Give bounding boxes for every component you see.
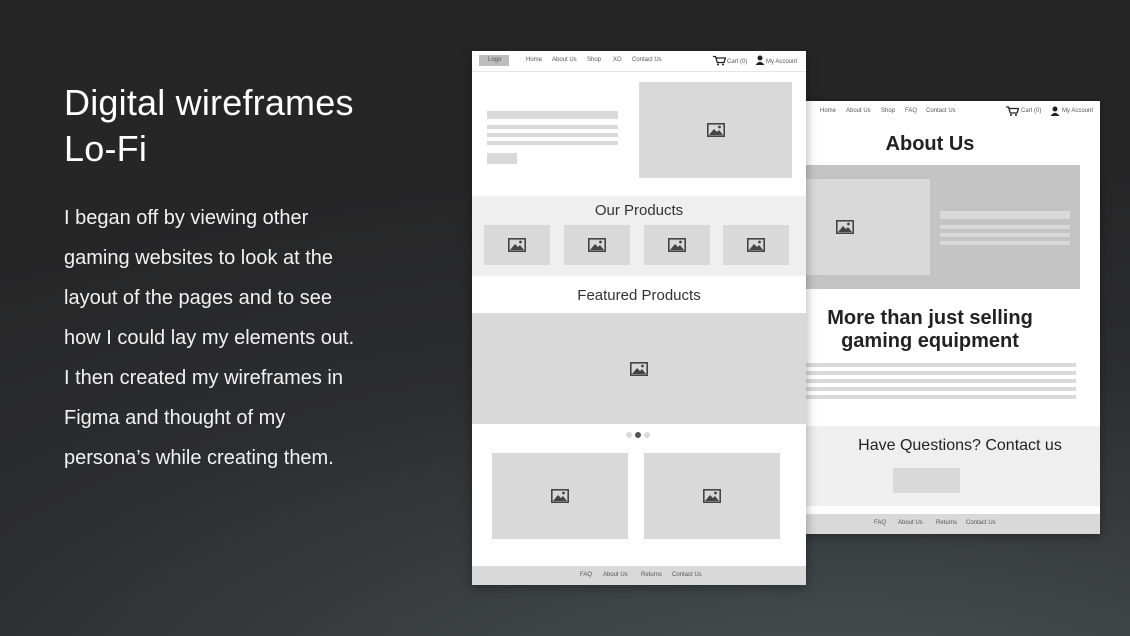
text-line xyxy=(940,211,1070,219)
image-placeholder-icon xyxy=(508,238,526,252)
slide-title: Digital wireframes Lo-Fi xyxy=(64,80,404,172)
image-placeholder-icon xyxy=(707,123,725,137)
nav-home[interactable]: Home xyxy=(526,57,542,63)
footer-returns[interactable]: Returns xyxy=(936,520,957,526)
image-placeholder-icon xyxy=(836,220,854,234)
footer-about-us[interactable]: About Us xyxy=(898,520,923,526)
image-placeholder-icon xyxy=(747,238,765,252)
about-us-heading: About Us xyxy=(885,133,975,155)
hero-button[interactable] xyxy=(487,153,517,164)
about-tagline: More than just selling gaming equipment xyxy=(760,307,1100,353)
contact-button[interactable] xyxy=(893,468,960,493)
feature-tile[interactable] xyxy=(492,453,628,539)
footer-returns[interactable]: Returns xyxy=(641,572,662,578)
nav-shop[interactable]: Shop xyxy=(881,108,895,114)
image-placeholder-icon xyxy=(551,489,569,503)
nav-divider xyxy=(472,71,806,72)
footer-faq[interactable]: FAQ xyxy=(580,572,592,578)
product-card[interactable] xyxy=(644,225,710,265)
product-card[interactable] xyxy=(723,225,789,265)
body-line: how I could lay my elements out. xyxy=(64,327,355,349)
tagline-line-1: More than just selling xyxy=(827,307,1033,329)
user-icon[interactable] xyxy=(1050,106,1060,116)
carousel-dots xyxy=(624,431,654,439)
nav-contact-us[interactable]: Contact Us xyxy=(632,57,662,63)
product-card[interactable] xyxy=(484,225,550,265)
our-products-heading: Our Products xyxy=(594,202,684,219)
nav-my-account[interactable]: My Account xyxy=(766,59,797,65)
nav-contact-us[interactable]: Contact Us xyxy=(926,108,956,114)
footer-contact-us[interactable]: Contact Us xyxy=(966,520,996,526)
footer-contact-us[interactable]: Contact Us xyxy=(672,572,702,578)
nav-home[interactable]: Home xyxy=(820,108,836,114)
hero-heading-line xyxy=(487,111,618,119)
hero-image xyxy=(639,82,792,178)
nav-about-us[interactable]: About Us xyxy=(552,57,577,63)
text-line xyxy=(806,371,1076,375)
nav-cart[interactable]: Cart (0) xyxy=(1021,108,1041,114)
featured-products-heading: Featured Products xyxy=(577,287,701,304)
tagline-line-2: gaming equipment xyxy=(841,330,1019,352)
cart-icon[interactable] xyxy=(1006,106,1019,116)
title-line-1: Digital wireframes xyxy=(64,82,354,123)
footer-faq[interactable]: FAQ xyxy=(874,520,886,526)
text-line xyxy=(487,141,618,145)
body-line: I began off by viewing other xyxy=(64,207,309,229)
body-line: Figma and thought of my xyxy=(64,407,286,429)
about-footer: FAQ About Us Returns Contact Us xyxy=(760,514,1100,534)
footer-about-us[interactable]: About Us xyxy=(603,572,628,578)
questions-heading: Have Questions? Contact us xyxy=(858,437,1062,454)
title-line-2: Lo-Fi xyxy=(64,128,148,169)
text-line xyxy=(806,379,1076,383)
carousel-dot-active[interactable] xyxy=(635,432,641,438)
home-wireframe: Logo Home About Us Shop XO Contact Us Ca… xyxy=(472,51,806,585)
about-us-wireframe: Home About Us Shop FAQ Contact Us Cart (… xyxy=(760,101,1100,534)
text-line xyxy=(806,387,1076,391)
text-line xyxy=(487,125,618,129)
text-line xyxy=(806,395,1076,399)
home-footer: FAQ About Us Returns Contact Us xyxy=(472,566,806,585)
slide-body: I began off by viewing other gaming webs… xyxy=(64,198,404,478)
logo-text: Logo xyxy=(488,57,502,63)
carousel-dot[interactable] xyxy=(644,432,650,438)
feature-tile[interactable] xyxy=(644,453,780,539)
our-products-section: Our Products xyxy=(472,196,806,276)
image-placeholder-icon xyxy=(630,362,648,376)
image-placeholder-icon xyxy=(703,489,721,503)
nav-my-account[interactable]: My Account xyxy=(1062,108,1093,114)
featured-carousel[interactable] xyxy=(472,313,806,424)
carousel-dot[interactable] xyxy=(626,432,632,438)
nav-xo[interactable]: XO xyxy=(613,57,622,63)
logo-placeholder[interactable]: Logo xyxy=(479,55,509,66)
body-line: gaming websites to look at the xyxy=(64,247,334,269)
text-line xyxy=(487,133,618,137)
body-line: I then created my wireframes in xyxy=(64,367,343,389)
image-placeholder-icon xyxy=(668,238,686,252)
nav-faq[interactable]: FAQ xyxy=(905,108,917,114)
user-icon[interactable] xyxy=(755,55,765,65)
nav-about-us[interactable]: About Us xyxy=(846,108,871,114)
nav-shop[interactable]: Shop xyxy=(587,57,601,63)
cart-icon[interactable] xyxy=(713,55,726,66)
text-line xyxy=(940,225,1070,229)
body-line: persona’s while creating them. xyxy=(64,447,334,469)
body-line: layout of the pages and to see xyxy=(64,287,332,309)
image-placeholder-icon xyxy=(588,238,606,252)
text-line xyxy=(806,363,1076,367)
about-hero xyxy=(760,165,1080,289)
text-line xyxy=(940,233,1070,237)
text-line xyxy=(940,241,1070,245)
slide-text: Digital wireframes Lo-Fi I began off by … xyxy=(64,80,404,478)
nav-cart[interactable]: Cart (0) xyxy=(727,59,747,65)
contact-band: Have Questions? Contact us xyxy=(760,426,1100,506)
product-card[interactable] xyxy=(564,225,630,265)
